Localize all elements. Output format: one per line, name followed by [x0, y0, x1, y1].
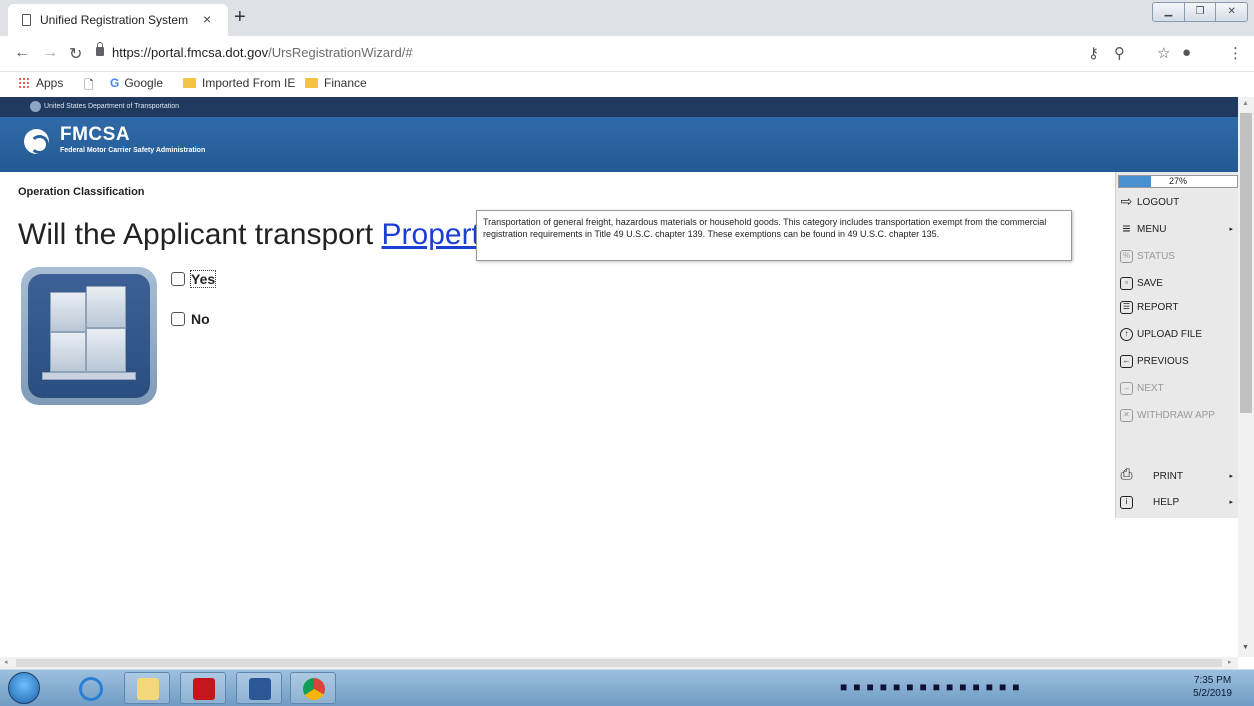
- next-arrow-icon: →: [1120, 381, 1133, 395]
- bookmark-google[interactable]: G Google: [110, 76, 163, 90]
- acrobat-icon[interactable]: [180, 672, 226, 704]
- page-icon[interactable]: 🗋: [84, 76, 94, 97]
- agency-name: United States Department of Transportati…: [44, 103, 180, 110]
- progress-fill: [1119, 176, 1151, 187]
- start-button-icon[interactable]: [8, 672, 40, 704]
- submenu-arrow-icon: ▸: [1229, 226, 1233, 233]
- more-menu-icon[interactable]: ⋮: [1228, 44, 1243, 62]
- yes-checkbox[interactable]: [171, 272, 185, 286]
- upload-file-button[interactable]: ↑ UPLOAD FILE: [1120, 324, 1237, 344]
- lock-icon: [96, 42, 104, 56]
- fmcsa-logo-icon[interactable]: [24, 129, 49, 154]
- logo-subtitle: Federal Motor Carrier Safety Administrat…: [60, 147, 206, 154]
- no-checkbox[interactable]: [171, 312, 185, 326]
- question-heading: Will the Applicant transport Property?: [18, 218, 512, 251]
- site-header: [0, 117, 1238, 172]
- folder-icon: [305, 78, 318, 88]
- chrome-icon[interactable]: [290, 672, 336, 704]
- address-bar: ← → ↻ https://portal.fmcsa.dot.gov/UrsRe…: [0, 36, 1254, 72]
- logout-icon: ⇨: [1120, 192, 1133, 209]
- folder-icon: [183, 78, 196, 88]
- maximize-icon[interactable]: ❐: [1185, 3, 1217, 21]
- save-button[interactable]: ▫ SAVE: [1120, 273, 1237, 293]
- page-icon: [22, 14, 31, 26]
- google-icon: G: [110, 76, 120, 90]
- submenu-arrow-icon: ▸: [1229, 499, 1233, 506]
- logout-button[interactable]: ⇨ LOGOUT: [1120, 192, 1237, 212]
- minimize-icon[interactable]: ▁: [1153, 3, 1185, 21]
- internet-explorer-icon[interactable]: [67, 672, 113, 704]
- windows-taskbar: ■■■■■■■■■■■■■■ 7:35 PM 5/2/2019: [0, 669, 1254, 706]
- progress-label: 27%: [1168, 176, 1187, 186]
- option-yes[interactable]: Yes: [171, 270, 217, 288]
- bookmark-star-icon[interactable]: ☆: [1157, 44, 1170, 62]
- pallet-boxes-icon: [21, 267, 157, 405]
- apps-grid-icon: [18, 77, 30, 89]
- section-title: Operation Classification: [18, 186, 145, 198]
- upload-icon: ↑: [1120, 327, 1133, 341]
- submenu-arrow-icon: ▸: [1229, 473, 1233, 480]
- scroll-up-icon[interactable]: ▲: [1242, 100, 1249, 107]
- tab-title: Unified Registration System: [40, 13, 189, 27]
- info-icon: i: [1120, 495, 1133, 509]
- hamburger-icon: ≡: [1122, 219, 1131, 236]
- taskbar-clock[interactable]: 7:35 PM 5/2/2019: [1193, 674, 1232, 700]
- property-tooltip: Transportation of general freight, hazar…: [476, 210, 1072, 261]
- report-button[interactable]: ☰ REPORT: [1120, 297, 1237, 317]
- scroll-down-icon[interactable]: ▼: [1242, 644, 1249, 651]
- report-icon: ☰: [1120, 300, 1133, 314]
- bookmark-finance[interactable]: Finance: [305, 76, 367, 90]
- bookmark-apps[interactable]: Apps: [18, 76, 63, 90]
- withdraw-icon: ✕: [1120, 408, 1133, 422]
- yes-label[interactable]: Yes: [189, 270, 217, 288]
- status-button[interactable]: % STATUS: [1120, 246, 1237, 266]
- forward-arrow-icon[interactable]: →: [42, 44, 58, 62]
- option-no[interactable]: No: [171, 311, 210, 327]
- browser-tab[interactable]: Unified Registration System ×: [8, 4, 228, 36]
- status-icon: %: [1120, 249, 1133, 263]
- menu-button[interactable]: ≡ MENU ▸: [1120, 219, 1237, 239]
- back-arrow-icon[interactable]: ←: [14, 44, 30, 62]
- profile-icon[interactable]: ●: [1182, 44, 1191, 61]
- print-button[interactable]: ⎙ PRINT ▸: [1120, 466, 1237, 486]
- bookmark-imported-from-ie[interactable]: Imported From IE: [183, 76, 295, 90]
- scroll-left-icon[interactable]: ◂: [4, 658, 8, 666]
- clock-date: 5/2/2019: [1193, 688, 1232, 699]
- horizontal-scroll-thumb[interactable]: [16, 659, 1222, 667]
- agency-bar: United States Department of Transportati…: [0, 97, 1238, 117]
- reload-icon[interactable]: ↻: [69, 44, 82, 64]
- window-controls: ▁ ❐ ✕: [1152, 2, 1248, 22]
- new-tab-button[interactable]: +: [234, 6, 246, 29]
- key-icon[interactable]: ⚷: [1088, 44, 1099, 62]
- no-label[interactable]: No: [191, 311, 210, 327]
- next-button[interactable]: → NEXT: [1120, 378, 1237, 398]
- browser-tab-strip: Unified Registration System × + ▁ ❐ ✕: [0, 0, 1254, 36]
- url-path: /UrsRegistrationWizard/#: [268, 45, 413, 60]
- word-icon[interactable]: [236, 672, 282, 704]
- zoom-icon[interactable]: ⚲: [1114, 44, 1125, 62]
- dot-seal-icon: [30, 101, 41, 112]
- vertical-scrollbar[interactable]: ▲ ▼: [1238, 97, 1254, 657]
- wizard-side-menu: 27% ⇨ LOGOUT ≡ MENU ▸ % STATUS ▫ SAVE ☰ REPORT…: [1115, 172, 1238, 518]
- close-window-icon[interactable]: ✕: [1216, 3, 1247, 21]
- save-icon: ▫: [1120, 276, 1133, 290]
- clock-time: 7:35 PM: [1193, 675, 1232, 686]
- file-explorer-icon[interactable]: [124, 672, 170, 704]
- system-tray-icons[interactable]: ■■■■■■■■■■■■■■: [840, 680, 1025, 694]
- horizontal-scrollbar[interactable]: ◂ ▸: [0, 657, 1238, 669]
- url-field[interactable]: https://portal.fmcsa.dot.gov/UrsRegistra…: [112, 45, 413, 60]
- help-button[interactable]: i HELP ▸: [1120, 492, 1237, 512]
- bookmarks-bar: Apps 🗋 G Google Imported From IE Finance: [0, 72, 1254, 96]
- scroll-right-icon[interactable]: ▸: [1228, 658, 1232, 666]
- withdraw-app-button[interactable]: ✕ WITHDRAW APP: [1120, 405, 1237, 425]
- progress-bar: 27%: [1118, 175, 1238, 188]
- printer-icon: ⎙: [1120, 465, 1133, 483]
- close-tab-icon[interactable]: ×: [203, 11, 211, 27]
- url-host: https://portal.fmcsa.dot.gov: [112, 45, 269, 60]
- logo-title[interactable]: FMCSA: [60, 124, 130, 146]
- previous-arrow-icon: ←: [1120, 354, 1133, 368]
- previous-button[interactable]: ← PREVIOUS: [1120, 351, 1237, 371]
- vertical-scroll-thumb[interactable]: [1240, 113, 1252, 413]
